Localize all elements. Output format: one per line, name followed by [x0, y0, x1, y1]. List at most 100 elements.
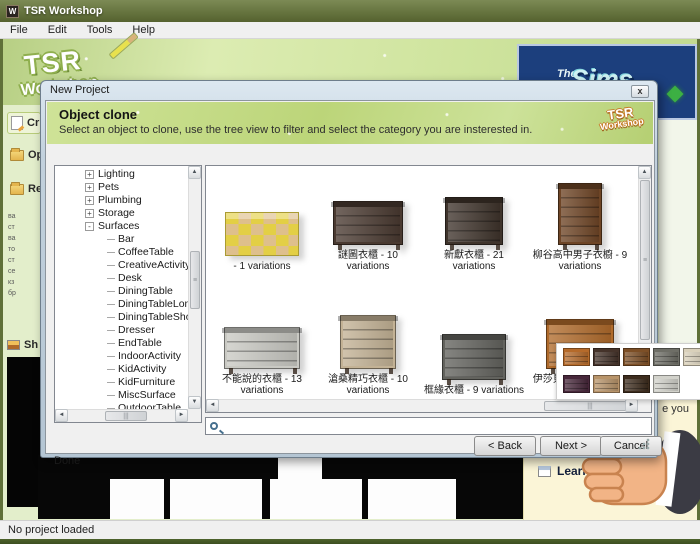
tree-label: IndoorActivity: [118, 350, 182, 362]
plumbob-icon: [666, 85, 684, 103]
tree-connector: [107, 278, 115, 279]
tree-item-indooractivity[interactable]: IndoorActivity: [55, 350, 188, 363]
expand-icon[interactable]: +: [85, 183, 94, 192]
tree-item-dresser[interactable]: Dresser: [55, 324, 188, 337]
tree-label: Desk: [118, 272, 142, 284]
variation-thumbnail[interactable]: [653, 348, 680, 366]
resize-grip[interactable]: [638, 438, 650, 450]
tree-item-pets[interactable]: + Pets: [55, 181, 188, 194]
tree-item-coffeetable[interactable]: CoffeeTable: [55, 246, 188, 259]
tree-label: Bar: [118, 233, 135, 245]
variation-thumbnail[interactable]: [623, 375, 650, 393]
scroll-up-icon[interactable]: ▲: [188, 166, 201, 179]
scroll-left-icon[interactable]: ◄: [206, 399, 219, 412]
object-item-dresser-6[interactable]: 滄桑精巧衣櫃 - 10 variations: [315, 274, 421, 398]
object-item-dresser-7[interactable]: 框緣衣櫃 - 9 variations: [421, 274, 527, 398]
tree-hscroll-thumb[interactable]: |||: [105, 411, 147, 421]
scroll-down-icon[interactable]: ▼: [188, 396, 201, 409]
scrollbar-corner: [188, 409, 201, 422]
filmstrip-slide[interactable]: [270, 479, 362, 519]
back-button[interactable]: < Back: [474, 436, 536, 456]
tree-item-endtable[interactable]: EndTable: [55, 337, 188, 350]
variation-thumbnail[interactable]: [683, 348, 700, 366]
dresser-thumbnail: [440, 334, 508, 385]
tree-item-diningtable[interactable]: DiningTable: [55, 285, 188, 298]
tree-label: Surfaces: [98, 220, 140, 232]
tree-connector: [107, 291, 115, 292]
sidebar-item-open[interactable]: Op: [10, 147, 43, 161]
object-item-yellow-cube[interactable]: - 1 variations: [209, 170, 315, 274]
tree-label: MiscSurface: [118, 389, 176, 401]
grid-hscroll-thumb[interactable]: |||: [544, 401, 636, 411]
tree-item-outdoortable[interactable]: OutdoorTable: [55, 402, 188, 409]
object-item-dresser-5[interactable]: 不能說的衣櫃 - 13 variations: [209, 274, 315, 398]
expand-icon[interactable]: +: [85, 209, 94, 218]
tree-item-miscsurface[interactable]: MiscSurface: [55, 389, 188, 402]
menu-bar: File Edit Tools Help: [0, 22, 700, 39]
expand-icon[interactable]: +: [85, 196, 94, 205]
window-title: TSR Workshop: [24, 5, 103, 17]
tree-item-bar[interactable]: Bar: [55, 233, 188, 246]
tree-vscroll-thumb[interactable]: ≡: [190, 251, 200, 309]
tree-item-surfaces[interactable]: - Surfaces: [55, 220, 188, 233]
tree-connector: [107, 395, 115, 396]
wizard-subtitle: Select an object to clone, use the tree …: [59, 124, 533, 136]
window-titlebar[interactable]: W TSR Workshop: [0, 0, 700, 22]
tree-horizontal-scrollbar[interactable]: ◄ ||| ►: [55, 409, 188, 422]
grid-vscroll-thumb[interactable]: ≡: [640, 180, 650, 340]
menu-edit[interactable]: Edit: [38, 22, 77, 39]
text-fragment: ва: [8, 235, 16, 242]
object-item-dresser-4[interactable]: 柳谷高中男子衣櫥 - 9 variations: [527, 170, 633, 274]
menu-tools[interactable]: Tools: [77, 22, 123, 39]
scrollbar-corner: [638, 399, 651, 412]
tree-label: Lighting: [98, 168, 135, 180]
filmstrip-slide[interactable]: [368, 479, 456, 519]
next-button[interactable]: Next >: [540, 436, 602, 456]
sidebar-item-show[interactable]: Sh: [7, 339, 38, 351]
expand-icon[interactable]: +: [85, 170, 94, 179]
tree-vertical-scrollbar[interactable]: ▲ ≡ ▼: [188, 166, 201, 409]
tree-label: CreativeActivity: [118, 259, 188, 271]
tree-label: KidActivity: [118, 363, 167, 375]
tree-item-diningtableshort[interactable]: DiningTableShort: [55, 311, 188, 324]
scroll-up-icon[interactable]: ▲: [638, 166, 651, 179]
variation-thumbnail[interactable]: [563, 375, 590, 393]
cancel-button[interactable]: Cancel: [600, 436, 662, 456]
tree-item-diningtablelong[interactable]: DiningTableLong: [55, 298, 188, 311]
scroll-right-icon[interactable]: ►: [175, 409, 188, 422]
menu-file[interactable]: File: [0, 22, 38, 39]
variation-thumbnail[interactable]: [623, 348, 650, 366]
search-input[interactable]: [222, 419, 651, 433]
tree-item-kidactivity[interactable]: KidActivity: [55, 363, 188, 376]
sidebar-item-create[interactable]: Cr: [7, 112, 41, 134]
tree-connector: [107, 369, 115, 370]
close-icon[interactable]: x: [631, 85, 649, 98]
variation-thumbnail[interactable]: [563, 348, 590, 366]
object-item-dresser-3[interactable]: 新獻衣櫃 - 21 variations: [421, 170, 527, 274]
tree-connector: [107, 252, 115, 253]
preview-black-area: [7, 357, 41, 507]
variation-thumbnail[interactable]: [593, 348, 620, 366]
tree-item-lighting[interactable]: + Lighting: [55, 168, 188, 181]
variation-thumbnail[interactable]: [653, 375, 680, 393]
tree-item-kidfurniture[interactable]: KidFurniture: [55, 376, 188, 389]
search-icon: [210, 422, 218, 430]
filmstrip-slide[interactable]: [170, 479, 262, 519]
window-icon: [538, 465, 551, 477]
tree-connector: [107, 343, 115, 344]
variation-thumbnail[interactable]: [593, 375, 620, 393]
tree-connector: [107, 304, 115, 305]
collapse-icon[interactable]: -: [85, 222, 94, 231]
object-item-dresser-2[interactable]: 謎圖衣櫃 - 10 variations: [315, 170, 421, 274]
scroll-left-icon[interactable]: ◄: [55, 409, 68, 422]
filmstrip-slide[interactable]: [110, 479, 164, 519]
tree-item-creativeactivity[interactable]: CreativeActivity: [55, 259, 188, 272]
tree-item-desk[interactable]: Desk: [55, 272, 188, 285]
tree-item-plumbing[interactable]: + Plumbing: [55, 194, 188, 207]
grid-horizontal-scrollbar[interactable]: ◄ ||| ►: [206, 399, 638, 412]
tree-label: OutdoorTable: [118, 402, 182, 409]
tree-item-storage[interactable]: + Storage: [55, 207, 188, 220]
scroll-right-icon[interactable]: ►: [625, 399, 638, 412]
text-fragment: бр: [8, 290, 16, 297]
sidebar-item-recent[interactable]: Re: [10, 181, 42, 195]
